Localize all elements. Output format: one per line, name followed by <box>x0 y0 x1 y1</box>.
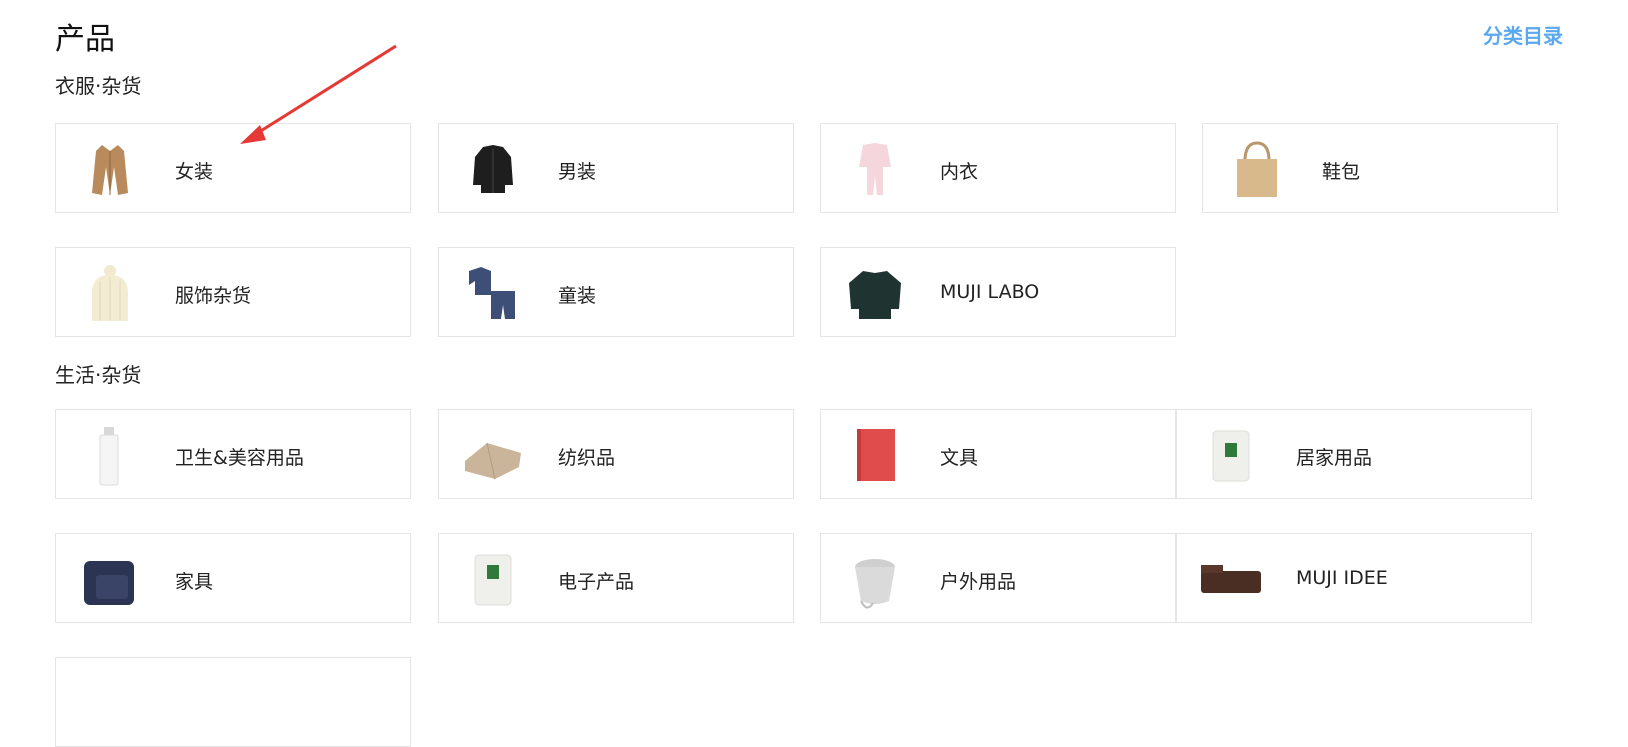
category-card-underwear[interactable]: 内衣 <box>820 123 1176 213</box>
category-label: MUJI IDEE <box>1296 567 1388 589</box>
category-card-muji-labo[interactable]: MUJI LABO <box>820 247 1176 337</box>
jacket-icon <box>473 145 513 193</box>
category-label: 男装 <box>558 161 597 183</box>
category-label: MUJI LABO <box>940 281 1040 303</box>
kids-outfit-icon <box>469 267 515 319</box>
category-card-muji-idee[interactable]: MUJI IDEE <box>1176 533 1532 623</box>
knit-hat-icon <box>92 265 128 321</box>
basket-icon <box>855 559 895 609</box>
sofa-chair-icon <box>84 561 134 605</box>
category-card-household[interactable]: 居家用品 <box>1176 409 1532 499</box>
category-card-electronics[interactable]: 电子产品 <box>438 533 794 623</box>
category-label: 文具 <box>940 447 979 469</box>
category-label: 卫生&美容用品 <box>175 447 304 469</box>
category-card-health-beauty[interactable]: 卫生&美容用品 <box>55 409 411 499</box>
category-card-mens[interactable]: 男装 <box>438 123 794 213</box>
diffuser-icon <box>474 554 512 606</box>
category-label: 童装 <box>558 285 597 307</box>
category-label: 鞋包 <box>1322 161 1361 183</box>
category-label: 电子产品 <box>558 571 635 593</box>
coat-icon <box>92 145 128 195</box>
category-card-textiles[interactable]: 纺织品 <box>438 409 794 499</box>
pajamas-icon <box>859 143 891 195</box>
category-card-outdoor[interactable]: 户外用品 <box>820 533 1176 623</box>
category-label: 女装 <box>175 161 214 183</box>
category-card-womens[interactable]: 女装 <box>55 123 411 213</box>
category-card-partial[interactable] <box>55 657 411 747</box>
toner-bottle-icon <box>99 427 119 486</box>
category-label: 户外用品 <box>940 571 1017 593</box>
category-card-accessories[interactable]: 服饰杂货 <box>55 247 411 337</box>
sweater-icon <box>849 271 901 319</box>
tote-bag-icon <box>1237 141 1277 197</box>
category-catalog-link[interactable]: 分类目录 <box>1483 20 1563 49</box>
category-label: 服饰杂货 <box>175 285 252 307</box>
category-card-kids[interactable]: 童装 <box>438 247 794 337</box>
notebook-icon <box>857 429 895 481</box>
category-label: 居家用品 <box>1296 447 1373 469</box>
category-card-shoes-bags[interactable]: 鞋包 <box>1202 123 1558 213</box>
category-card-stationery[interactable]: 文具 <box>820 409 1176 499</box>
category-card-furniture[interactable]: 家具 <box>55 533 411 623</box>
page-title: 产品 <box>55 22 115 57</box>
section-title-clothing: 衣服·杂货 <box>55 74 142 98</box>
category-label: 家具 <box>175 571 214 593</box>
category-label: 内衣 <box>940 161 979 183</box>
candle-icon <box>1212 430 1250 482</box>
folded-towel-icon <box>465 442 521 480</box>
sofa-icon <box>1201 565 1261 593</box>
category-label: 纺织品 <box>558 447 616 469</box>
section-title-living: 生活·杂货 <box>55 363 142 387</box>
